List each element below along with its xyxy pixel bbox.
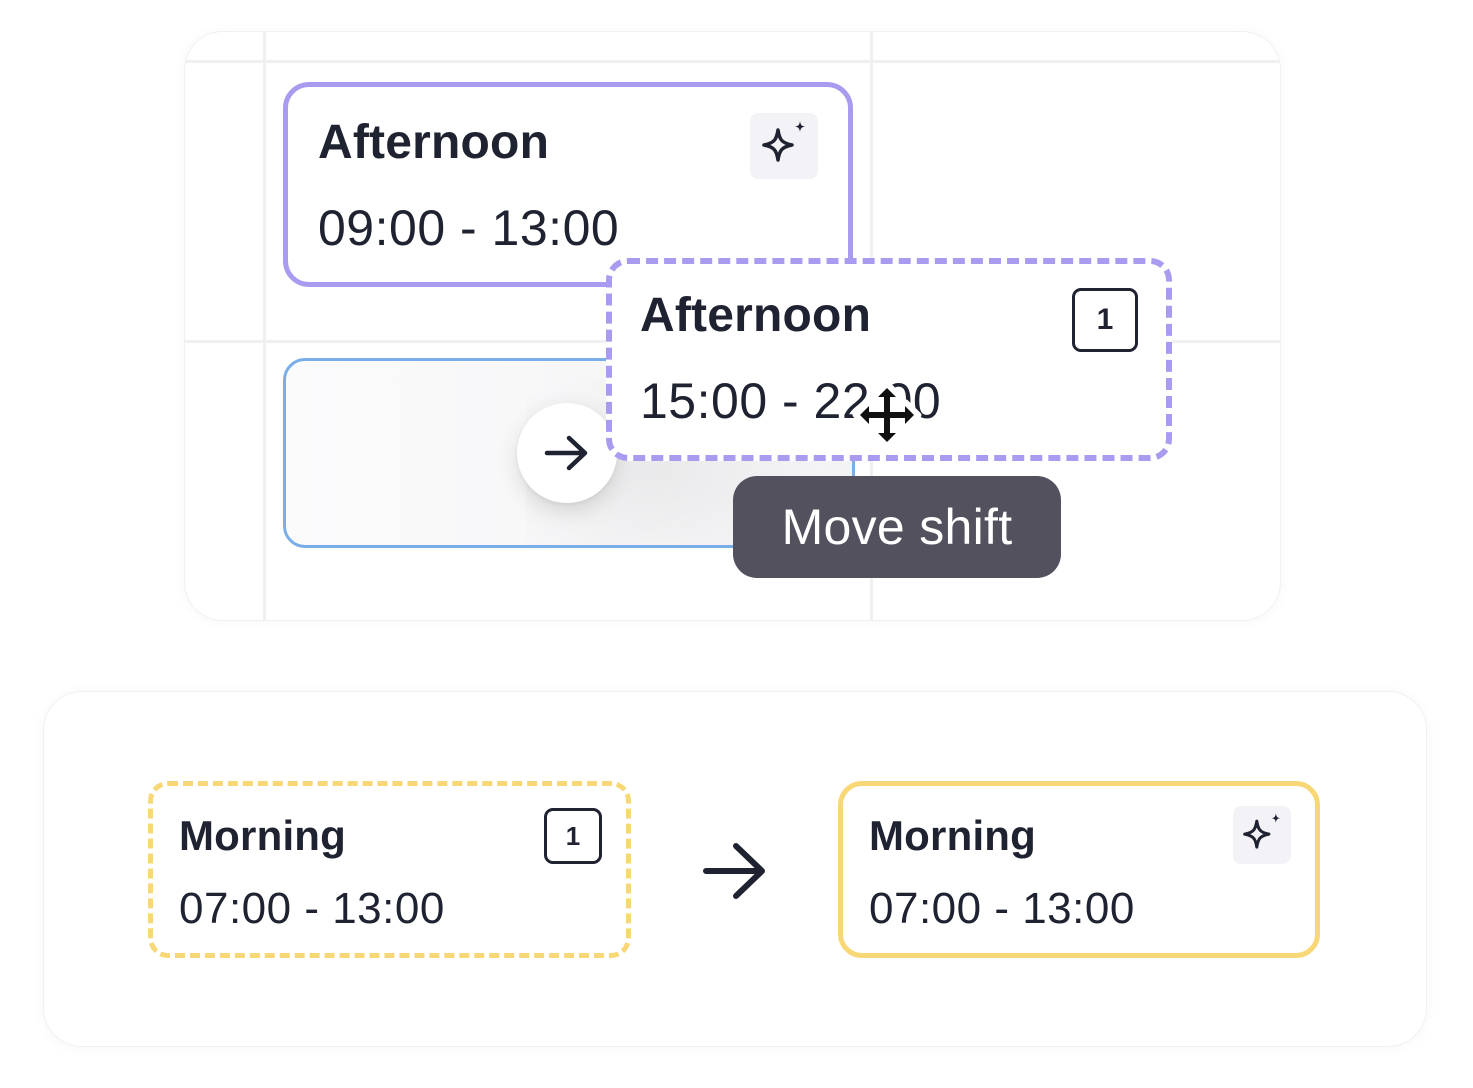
shift-time-range: 09:00 - 13:00 — [318, 200, 620, 256]
shift-title: Morning — [179, 812, 347, 859]
shift-count-badge: 1 — [544, 808, 602, 864]
move-shift-tooltip: Move shift — [733, 476, 1061, 578]
grid-line — [263, 32, 266, 620]
draft-shift-card[interactable]: Morning 07:00 - 13:00 1 — [148, 781, 631, 958]
shift-title: Morning — [869, 812, 1037, 859]
arrow-right-icon — [544, 435, 588, 471]
arrow-right-icon — [703, 843, 765, 899]
sparkle-icon — [750, 113, 818, 179]
scheduled-shift-card[interactable]: Afternoon 09:00 - 13:00 — [283, 82, 853, 287]
shift-title: Afternoon — [318, 116, 550, 169]
shift-title: Afternoon — [640, 289, 872, 342]
published-shift-card[interactable]: Morning 07:00 - 13:00 — [838, 781, 1320, 958]
move-arrow-button[interactable] — [517, 403, 617, 503]
shift-time-range: 07:00 - 13:00 — [869, 884, 1135, 933]
shift-count-badge: 1 — [1072, 288, 1138, 352]
stage: Afternoon 09:00 - 13:00 Afternoon 15:00 … — [0, 0, 1473, 1088]
move-cursor-icon — [852, 380, 922, 450]
sparkle-icon — [1233, 806, 1291, 864]
grid-line — [185, 60, 1280, 63]
shift-time-range: 07:00 - 13:00 — [179, 884, 445, 933]
